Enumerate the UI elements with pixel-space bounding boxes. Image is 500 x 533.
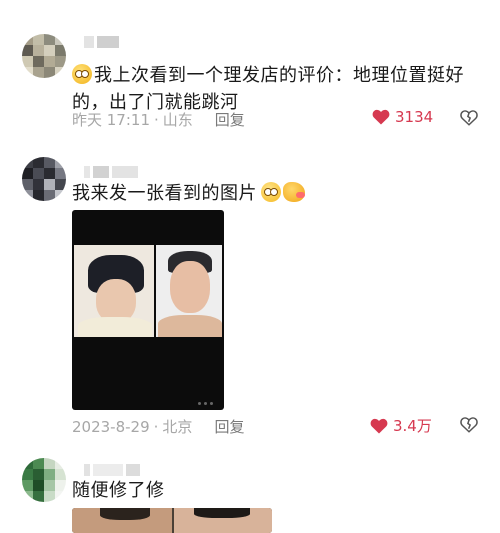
like-count: 3134 [395,108,434,126]
reply-button[interactable]: 回复 [214,416,244,437]
username-blurred[interactable] [84,166,138,178]
dislike-icon[interactable] [460,109,478,127]
username-blurred[interactable] [84,36,119,48]
heart-icon [372,109,390,125]
meta-separator: · [154,110,159,129]
comment-date: 昨天 17:11 [72,111,150,129]
comment-meta: 昨天 17:11 · 山东 回复 [72,109,245,130]
photo-right-face [174,508,272,533]
attached-photo[interactable] [72,210,224,410]
photo-dots [198,402,213,405]
comment-2: 我来发一张看到的图片 2023-8-29 · 北京 回复 3.4万 [0,140,500,440]
comment-text: 我来发一张看到的图片 [72,180,486,207]
like-count: 3.4万 [393,417,432,435]
photo-left-face [74,245,154,337]
photo-right-face [156,245,222,337]
username-blurred[interactable] [84,464,140,476]
comment-3: 随便修了修 [0,440,500,533]
comment-meta: 2023-8-29 · 北京 回复 [72,416,244,437]
attached-photo[interactable] [72,508,272,533]
heart-icon [370,418,388,433]
avatar[interactable] [22,458,66,502]
like-button[interactable]: 3.4万 [370,415,432,436]
avatar[interactable] [22,34,66,78]
like-button[interactable]: 3134 [372,108,433,126]
smiling-face-icon [261,182,281,202]
comment-location: 北京 [162,418,193,436]
dislike-icon[interactable] [460,416,478,434]
comment-text: 随便修了修 [72,480,165,501]
comment-date: 2023-8-29 [72,417,150,436]
comment-1: 我上次看到一个理发店的评价：地理位置挺好的，出了门就能跳河 昨天 17:11 ·… [0,0,500,140]
meta-separator: · [153,417,159,436]
avatar[interactable] [22,157,66,201]
reply-button[interactable]: 回复 [215,109,245,130]
comment-location: 山东 [162,111,193,129]
photo-left-face [72,508,172,533]
pointing-hand-icon [283,182,305,202]
frowning-face-icon [72,64,92,84]
